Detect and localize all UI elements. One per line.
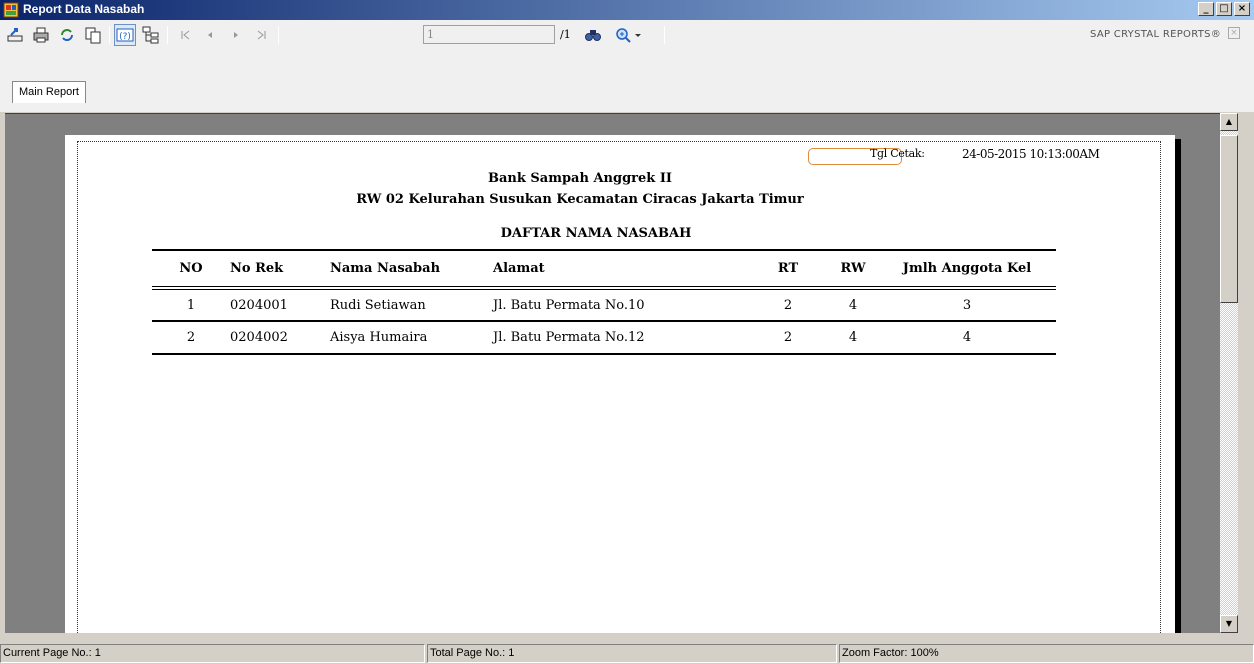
scrollbar-thumb[interactable] [1220,135,1238,303]
customer-table: NO No Rek Nama Nasabah Alamat RT RW Jmlh… [152,249,1056,355]
column-header-no: NO [152,249,230,290]
cell-rw: 4 [828,321,878,355]
refresh-button[interactable] [56,24,78,46]
cell-nama: Aisya Humaira [330,321,493,355]
export-button[interactable] [4,24,26,46]
export-icon [7,28,23,42]
print-date-value: 24-05-2015 10:13:00AM [962,147,1100,161]
print-button[interactable] [30,24,52,46]
close-button[interactable]: × [1234,2,1250,16]
svg-text:(?): (?) [119,32,131,42]
report-list-title: DAFTAR NAMA NASABAH [500,226,692,241]
toolbar-separator [278,26,279,44]
first-page-icon [181,30,190,40]
toolbar-separator [167,26,168,44]
cell-no: 2 [152,321,230,355]
next-page-button[interactable] [225,24,247,46]
group-tree-icon [142,26,159,44]
crystal-reports-app-icon [3,2,19,18]
minimize-button[interactable]: _ [1198,2,1214,16]
brand-label: SAP CRYSTAL REPORTS® [1090,29,1222,40]
title-bar: Report Data Nasabah _ □ × [0,0,1254,20]
column-header-no-rek: No Rek [230,249,330,290]
cell-no-rek: 0204002 [230,321,330,355]
find-button[interactable] [582,24,604,46]
column-header-rt: RT [748,249,828,290]
status-zoom-factor: Zoom Factor: 100% [839,644,1254,663]
copy-icon [85,27,101,44]
last-page-button[interactable] [251,24,273,46]
cell-no: 1 [152,288,230,322]
cell-jml: 3 [878,288,1056,322]
scroll-down-button[interactable]: ▼ [1220,615,1238,633]
report-header-org: Bank Sampah Anggrek II [488,171,672,186]
cell-alamat: Jl. Batu Permata No.10 [493,288,748,322]
page-total-label: /1 [560,28,571,41]
tab-main-report[interactable]: Main Report [12,81,86,103]
cell-alamat: Jl. Batu Permata No.12 [493,321,748,355]
toolbar: (?) 1 /1 SAP CRYSTAL REPORTS® × [0,20,1254,50]
toolbar-separator [109,26,110,44]
page-number-input[interactable]: 1 [423,25,555,44]
column-header-jml: Jmlh Anggota Kel [878,249,1056,290]
cell-rw: 4 [828,288,878,322]
column-header-rw: RW [828,249,878,290]
help-button[interactable]: (?) [114,24,136,46]
status-current-page: Current Page No.: 1 [0,644,425,663]
last-page-icon [257,30,266,40]
report-viewer[interactable] [5,113,1220,633]
zoom-button[interactable] [612,24,646,46]
cell-no-rek: 0204001 [230,288,330,322]
find-icon [585,30,601,41]
window-title: Report Data Nasabah [23,2,145,16]
page-margin-border [77,141,1161,633]
scroll-up-button[interactable]: ▲ [1220,113,1238,131]
cell-rt: 2 [748,288,828,322]
page-shadow [1175,139,1181,633]
vertical-scrollbar[interactable]: ▲ ▼ [1220,113,1238,633]
maximize-button[interactable]: □ [1216,2,1232,16]
print-icon [33,27,49,43]
prev-page-icon [208,32,212,38]
column-header-alamat: Alamat [493,249,748,290]
cell-jml: 4 [878,321,1056,355]
tab-row: Main Report [0,50,1254,112]
close-icon[interactable]: × [1228,27,1240,39]
next-page-icon [234,32,238,38]
refresh-icon [61,29,73,41]
status-total-page: Total Page No.: 1 [427,644,837,663]
table-row: 1 0204001 Rudi Setiawan Jl. Batu Permata… [152,288,1056,322]
toolbar-separator [664,26,665,44]
copy-button[interactable] [82,24,104,46]
report-header-address: RW 02 Kelurahan Susukan Kecamatan Ciraca… [356,192,804,207]
zoom-icon [616,28,641,43]
cell-rt: 2 [748,321,828,355]
column-header-nama: Nama Nasabah [330,249,493,290]
prev-page-button[interactable] [199,24,221,46]
table-row: 2 0204002 Aisya Humaira Jl. Batu Permata… [152,321,1056,355]
status-bar: Current Page No.: 1 Total Page No.: 1 Zo… [0,641,1254,664]
cell-nama: Rudi Setiawan [330,288,493,322]
table-header-row: NO No Rek Nama Nasabah Alamat RT RW Jmlh… [152,249,1056,290]
group-tree-button[interactable] [140,24,162,46]
first-page-button[interactable] [174,24,196,46]
help-icon: (?) [116,28,134,42]
print-date-label: Tgl Cetak: [870,147,925,160]
